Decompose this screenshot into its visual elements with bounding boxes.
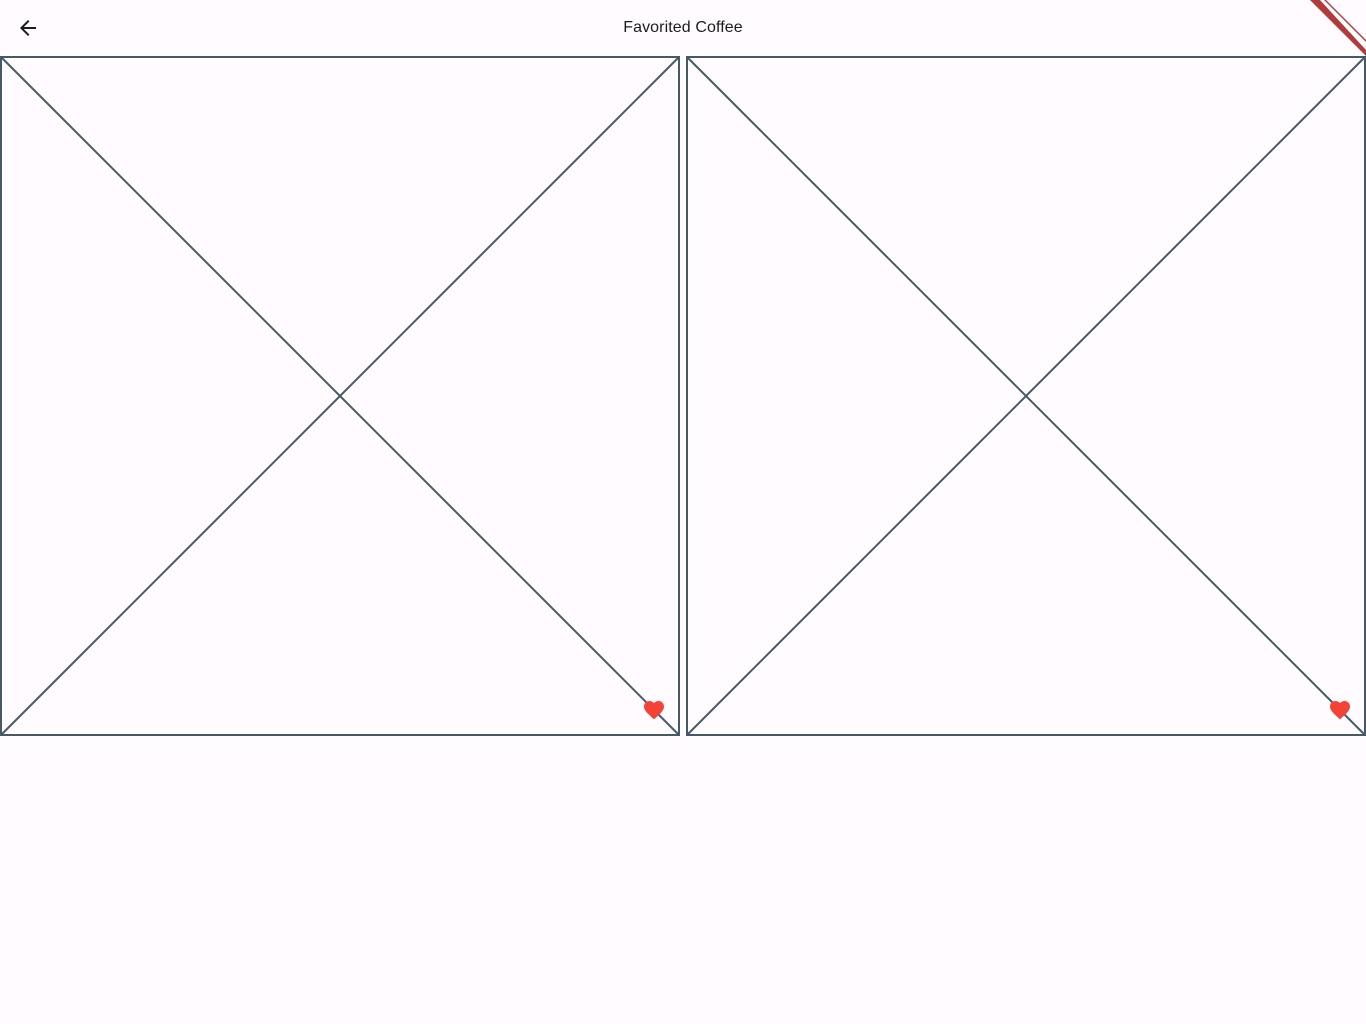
app-bar: Favorited Coffee xyxy=(0,0,1366,56)
heart-icon xyxy=(1330,701,1350,720)
coffee-tile[interactable] xyxy=(0,56,680,736)
page-title: Favorited Coffee xyxy=(623,19,743,36)
image-placeholder xyxy=(686,56,1366,736)
favorite-button[interactable] xyxy=(642,698,666,722)
image-placeholder xyxy=(0,56,680,736)
debug-banner xyxy=(1306,0,1366,56)
favorite-button[interactable] xyxy=(1328,698,1352,722)
coffee-tile[interactable] xyxy=(686,56,1366,736)
heart-icon xyxy=(644,701,664,720)
favorited-coffee-screen: Favorited Coffee xyxy=(0,0,1366,1024)
